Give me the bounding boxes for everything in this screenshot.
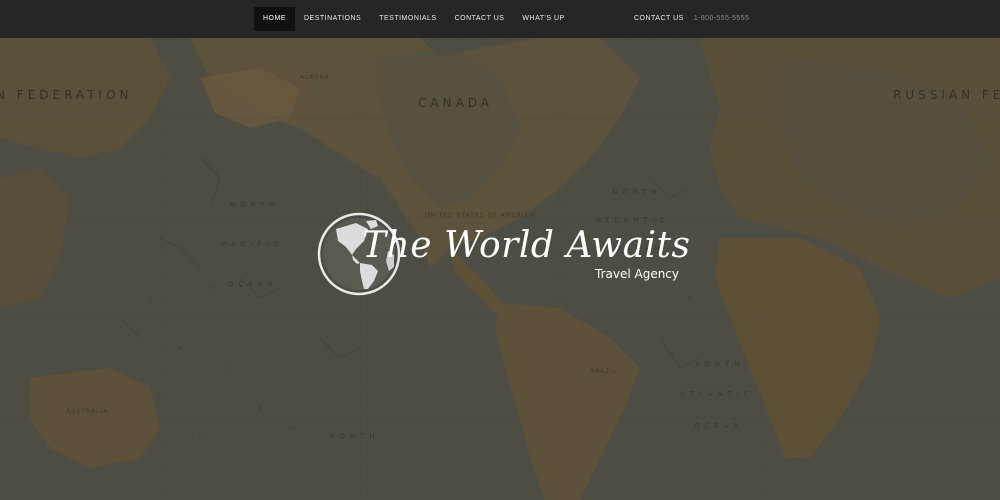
nav-contact-area: CONTACT US 1-800-555-5555	[634, 7, 749, 31]
nav-item-contact-us[interactable]: CONTACT US	[446, 7, 514, 31]
brand-logo[interactable]: The World Awaits Travel Agency	[316, 211, 696, 301]
nav-item-whats-up[interactable]: WHAT'S UP	[513, 7, 573, 31]
nav-item-destinations[interactable]: DESTINATIONS	[295, 7, 370, 31]
nav-item-home[interactable]: HOME	[254, 7, 295, 31]
main-nav: HOME DESTINATIONS TESTIMONIALS CONTACT U…	[254, 7, 574, 31]
nav-contact-link[interactable]: CONTACT US	[634, 7, 684, 31]
logo-subtitle: Travel Agency	[595, 267, 679, 281]
top-navbar: HOME DESTINATIONS TESTIMONIALS CONTACT U…	[0, 0, 1000, 38]
nav-phone-number[interactable]: 1-800-555-5555	[694, 7, 749, 31]
page: HOME DESTINATIONS TESTIMONIALS CONTACT U…	[0, 0, 1000, 500]
nav-item-testimonials[interactable]: TESTIMONIALS	[370, 7, 445, 31]
logo-title: The World Awaits	[362, 225, 691, 266]
